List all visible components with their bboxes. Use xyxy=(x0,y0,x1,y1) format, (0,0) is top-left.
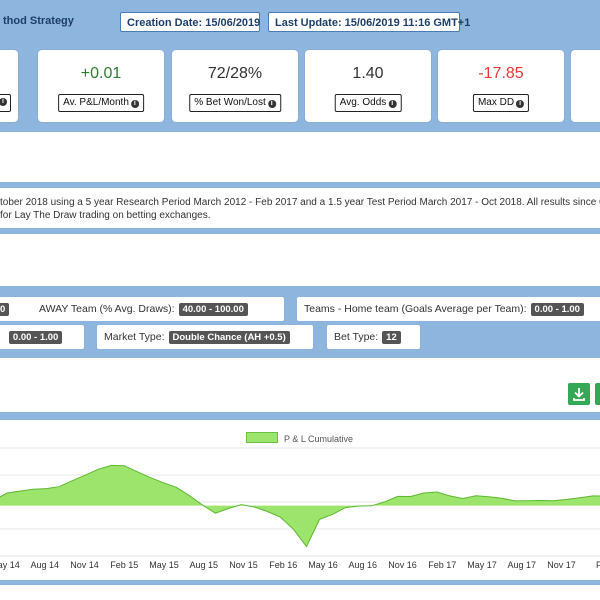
stat-value: +0.01 xyxy=(80,65,122,82)
download-button[interactable] xyxy=(568,383,590,405)
stat-value: 72/28% xyxy=(207,65,263,82)
stat-label-box: % Bet Won/Lost i xyxy=(189,94,281,112)
filter-home-team-goals: Teams - Home team (Goals Average per Tea… xyxy=(297,297,600,321)
stat-label: Avg. Odds xyxy=(339,97,387,108)
description-line-2: for Lay The Draw trading on betting exch… xyxy=(0,210,211,221)
stat-card-avg-pl-month: +0.01 Av. P&L/Month i xyxy=(38,50,164,122)
creation-date-badge: Creation Date: 15/06/2019 xyxy=(120,12,260,32)
stat-label: Max DD xyxy=(477,97,515,108)
x-tick-label: Feb 17 xyxy=(428,560,457,570)
filter-value: Double Chance (AH +0.5) xyxy=(168,331,290,344)
stat-card-partial: i xyxy=(0,50,18,122)
x-tick-label: Aug 14 xyxy=(30,560,60,570)
description-line-1: tober 2018 using a 5 year Research Perio… xyxy=(0,197,600,208)
x-tick-label: May 16 xyxy=(308,560,338,570)
info-icon[interactable]: i xyxy=(130,100,139,108)
filter-label: Bet Type: xyxy=(334,331,379,343)
stat-label: Av. P&L/Month xyxy=(63,97,129,108)
x-tick-label: Nov 17 xyxy=(547,560,576,570)
stat-card-partial-right xyxy=(571,50,600,122)
filter-value: 40.00 - 100.00 xyxy=(178,303,248,316)
filter-label: AWAY Team (% Avg. Draws): xyxy=(39,303,175,315)
stat-card-max-dd: -17.85 Max DD i xyxy=(438,50,564,122)
stat-card-avg-odds: 1.40 Avg. Odds i xyxy=(305,50,431,122)
info-icon[interactable]: i xyxy=(516,100,525,108)
last-update-badge: Last Update: 15/06/2019 11:16 GMT+1 xyxy=(268,12,470,32)
info-icon[interactable]: i xyxy=(388,100,397,108)
x-tick-label: Nov 14 xyxy=(70,560,99,570)
x-tick-label: May 15 xyxy=(149,560,179,570)
pl-area-series xyxy=(0,465,600,547)
filter-partial-2: :0.00 - 1.00 xyxy=(0,325,84,349)
x-tick-label: Aug 16 xyxy=(348,560,378,570)
export-button[interactable] xyxy=(595,383,600,405)
stat-label-box: Max DD i xyxy=(472,94,530,112)
filter-label: Market Type: xyxy=(104,331,165,343)
filter-value: 0 xyxy=(0,303,10,316)
x-tick-label: Nov 15 xyxy=(229,560,258,570)
x-tick-label: May 14 xyxy=(0,560,20,570)
strategy-title-tab[interactable]: thod Strategy xyxy=(0,0,102,37)
stat-label-box: Av. P&L/Month i xyxy=(58,94,144,112)
x-tick-label: Aug 15 xyxy=(189,560,219,570)
stat-label-box: Avg. Odds i xyxy=(334,94,402,112)
stat-card-bet-won-lost: 72/28% % Bet Won/Lost i xyxy=(172,50,298,122)
info-icon[interactable]: i xyxy=(0,98,7,106)
x-tick-label: Aug 17 xyxy=(507,560,537,570)
filter-value: 0.00 - 1.00 xyxy=(8,331,63,344)
x-tick-label: May 17 xyxy=(467,560,497,570)
x-tick-label: Feb 16 xyxy=(269,560,298,570)
stat-label: % Bet Won/Lost xyxy=(194,97,266,108)
strategy-description: tober 2018 using a 5 year Research Perio… xyxy=(0,196,600,222)
filter-value: 12 xyxy=(382,331,401,344)
filter-market-type: Market Type: Double Chance (AH +0.5) xyxy=(97,325,313,349)
x-tick-label: Fe xyxy=(595,560,600,570)
info-icon[interactable]: i xyxy=(267,100,276,108)
strategy-title: thod Strategy xyxy=(3,15,74,27)
filter-value: 0.00 - 1.00 xyxy=(530,303,584,316)
x-tick-label: Feb 15 xyxy=(110,560,139,570)
stat-value: -17.85 xyxy=(478,65,524,82)
filter-away-team-draws: AWAY Team (% Avg. Draws): 40.00 - 100.00 xyxy=(32,297,284,321)
pl-cumulative-chart xyxy=(0,447,600,557)
stat-value: 1.40 xyxy=(352,65,384,82)
filter-bet-type: Bet Type: 12 xyxy=(327,325,420,349)
x-tick-label: Nov 16 xyxy=(388,560,417,570)
download-icon xyxy=(573,388,585,401)
filter-label: Teams - Home team (Goals Average per Tea… xyxy=(304,303,527,315)
filter-label: : xyxy=(0,331,1,343)
